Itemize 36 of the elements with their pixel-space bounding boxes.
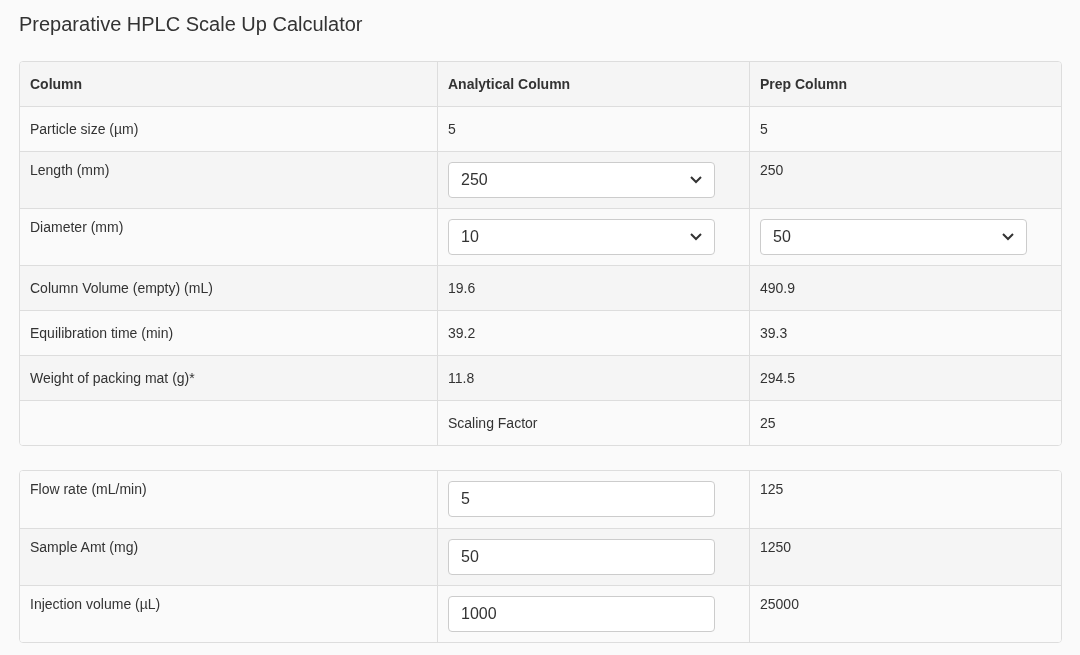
table-cell: 1250 xyxy=(760,539,792,555)
table-cell: 490.9 xyxy=(760,280,796,296)
table-cell: 5 xyxy=(448,121,456,137)
table-cell: 294.5 xyxy=(760,370,796,386)
input-field[interactable]: 50 xyxy=(448,539,715,575)
dropdown[interactable]: 250 xyxy=(448,162,715,198)
dropdown[interactable]: 10 xyxy=(448,219,715,255)
table-cell: 125 xyxy=(760,481,784,497)
table-cell: Flow rate (mL/min) xyxy=(30,481,147,497)
table-cell: Injection volume (µL) xyxy=(30,596,161,612)
table-cell: Sample Amt (mg) xyxy=(30,539,139,555)
chevron-down-icon xyxy=(1002,233,1014,241)
table-cell: 250 xyxy=(760,162,784,178)
table-cell: Diameter (mm) xyxy=(30,219,124,235)
table-cell: 25000 xyxy=(760,596,799,612)
table-cell: 39.2 xyxy=(448,325,476,341)
table-cell: 11.8 xyxy=(448,370,475,386)
input-field[interactable]: 1000 xyxy=(448,596,715,632)
table-cell: Particle size (µm) xyxy=(30,121,139,137)
table-cell: Equilibration time (min) xyxy=(30,325,174,341)
table-cell: Scaling Factor xyxy=(448,415,538,431)
page-title: Preparative HPLC Scale Up Calculator xyxy=(19,12,364,37)
column-header: Prep Column xyxy=(760,76,848,92)
table-cell: Length (mm) xyxy=(30,162,110,178)
column-header: Column xyxy=(30,76,83,92)
table-cell: 19.6 xyxy=(448,280,476,296)
dropdown[interactable]: 50 xyxy=(760,219,1027,255)
table-cell: Column Volume (empty) (mL) xyxy=(30,280,213,296)
chevron-down-icon xyxy=(690,176,702,184)
table-cell: 25 xyxy=(760,415,776,431)
table-cell: Weight of packing mat (g)* xyxy=(30,370,195,386)
input-field[interactable]: 5 xyxy=(448,481,715,517)
column-header: Analytical Column xyxy=(448,76,571,92)
table-cell: 39.3 xyxy=(760,325,788,341)
table-cell: 5 xyxy=(760,121,768,137)
chevron-down-icon xyxy=(690,233,702,241)
